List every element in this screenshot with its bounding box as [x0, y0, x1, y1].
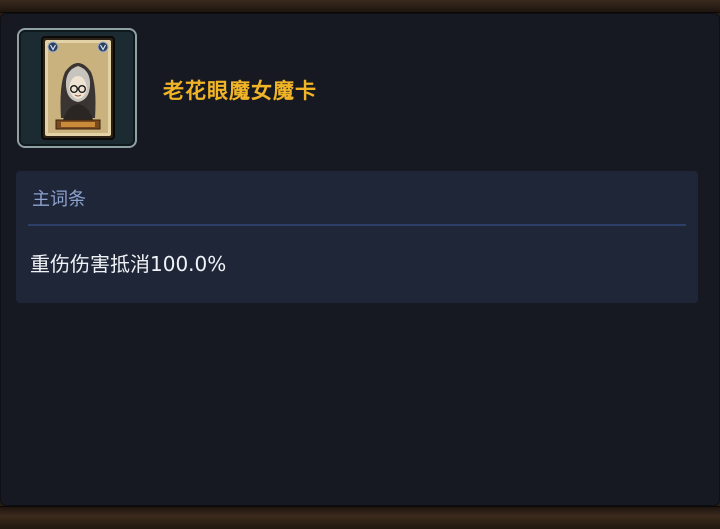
affix-section-title: 主词条: [32, 189, 86, 210]
main-affix-section: 主词条 重伤伤害抵消100.0%: [16, 171, 698, 303]
item-icon-slot[interactable]: [17, 28, 137, 148]
window-frame-bottom: [0, 506, 720, 529]
affix-stat-line: 重伤伤害抵消100.0%: [30, 252, 227, 276]
window-frame-top: [0, 0, 720, 13]
divider: [28, 224, 686, 226]
witch-card-icon: [41, 36, 115, 140]
item-name: 老花眼魔女魔卡: [163, 79, 317, 103]
